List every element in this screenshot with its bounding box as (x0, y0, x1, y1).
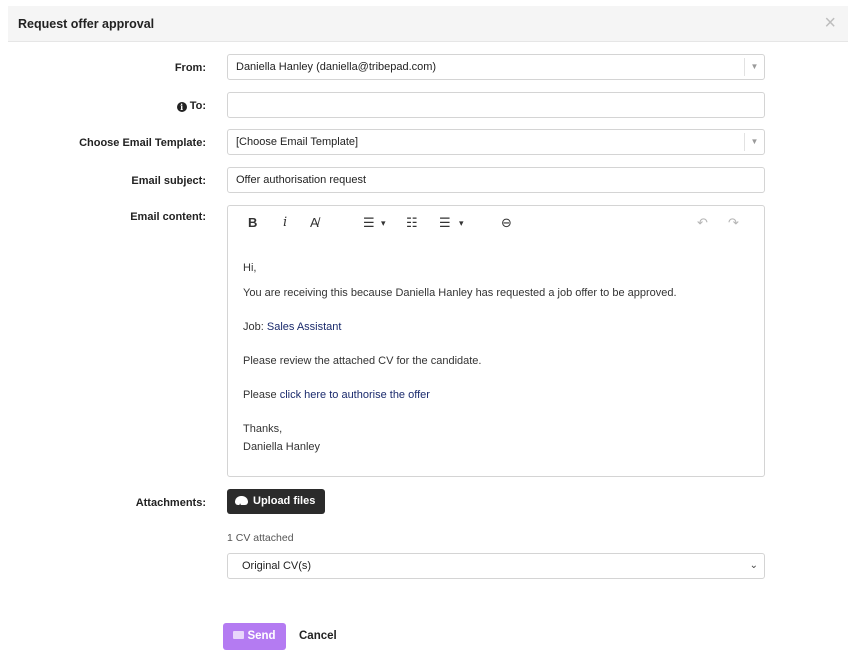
upload-label: Upload files (253, 495, 316, 507)
close-icon[interactable]: × (824, 13, 836, 33)
bold-button[interactable]: B (248, 215, 257, 230)
send-label: Send (247, 630, 276, 642)
chevron-down-icon: ▼ (744, 58, 764, 76)
envelope-icon (233, 631, 245, 639)
job-line: Job: Sales Assistant (243, 321, 341, 334)
from-label: From: (174, 62, 206, 74)
subject-label: Email subject: (131, 175, 206, 187)
italic-button[interactable]: i (283, 215, 287, 230)
send-button[interactable]: Send (223, 623, 286, 650)
editor-toolbar: B i A̸ ☰ ▾ ☷ ☰ ▾ ⊖ ↶ ↷ (228, 206, 764, 242)
to-input[interactable] (227, 92, 765, 118)
redo-icon[interactable]: ↷ (728, 215, 739, 231)
authorise-line: Please click here to authorise the offer (243, 389, 430, 402)
bullet-list-icon[interactable]: ☰ (363, 215, 375, 231)
greeting-text: Hi, (243, 262, 257, 274)
template-select[interactable]: [Choose Email Template] ▼ (227, 129, 765, 155)
undo-icon[interactable]: ↶ (697, 215, 708, 231)
link-icon[interactable]: ⊖ (501, 215, 512, 231)
template-label: Choose Email Template: (79, 137, 206, 149)
modal-header: Request offer approval × (8, 6, 848, 42)
cv-select-value: Original CV(s) (242, 560, 312, 572)
info-icon[interactable]: i (176, 102, 187, 112)
review-text: Please review the attached CV for the ca… (243, 355, 482, 367)
intro-text: You are receiving this because Daniella … (243, 287, 677, 299)
to-label: i To: (176, 100, 206, 112)
content-label: Email content: (130, 211, 206, 223)
chevron-down-icon: ▼ (744, 133, 764, 151)
cloud-upload-icon (235, 493, 248, 518)
email-editor[interactable]: B i A̸ ☰ ▾ ☷ ☰ ▾ ⊖ ↶ ↷ Hi, You are recei… (227, 205, 765, 477)
job-name: Sales Assistant (266, 321, 342, 333)
from-value: Daniella Hanley (daniella@tribepad.com) (236, 61, 437, 73)
attachments-label: Attachments: (135, 497, 206, 509)
upload-files-button[interactable]: Upload files (227, 489, 326, 518)
subject-input[interactable]: Offer authorisation request (227, 167, 765, 193)
modal-title: Request offer approval (18, 17, 155, 31)
ordered-dropdown-icon[interactable]: ▾ (459, 218, 464, 229)
signature-text: Daniella Hanley (243, 441, 321, 453)
to-label-text: To: (189, 100, 206, 112)
cancel-button[interactable]: Cancel (299, 630, 337, 642)
numbered-list-icon[interactable]: ☷ (406, 215, 418, 231)
bullet-dropdown-icon[interactable]: ▾ (381, 218, 386, 229)
cv-count: 1 CV attached (227, 532, 294, 544)
from-select[interactable]: Daniella Hanley (daniella@tribepad.com) … (227, 54, 765, 80)
clear-format-icon[interactable]: A̸ (310, 215, 319, 230)
template-value: [Choose Email Template] (236, 136, 359, 148)
job-prefix: Job: (243, 321, 267, 333)
chevron-down-icon: ⌄ (749, 560, 758, 571)
authorise-link[interactable]: click here to authorise the offer (280, 389, 430, 401)
thanks-text: Thanks, (243, 423, 283, 435)
ordered-list-icon[interactable]: ☰ (439, 215, 451, 231)
please-prefix: Please (243, 389, 280, 401)
cv-select[interactable]: Original CV(s) ⌄ (227, 553, 765, 579)
